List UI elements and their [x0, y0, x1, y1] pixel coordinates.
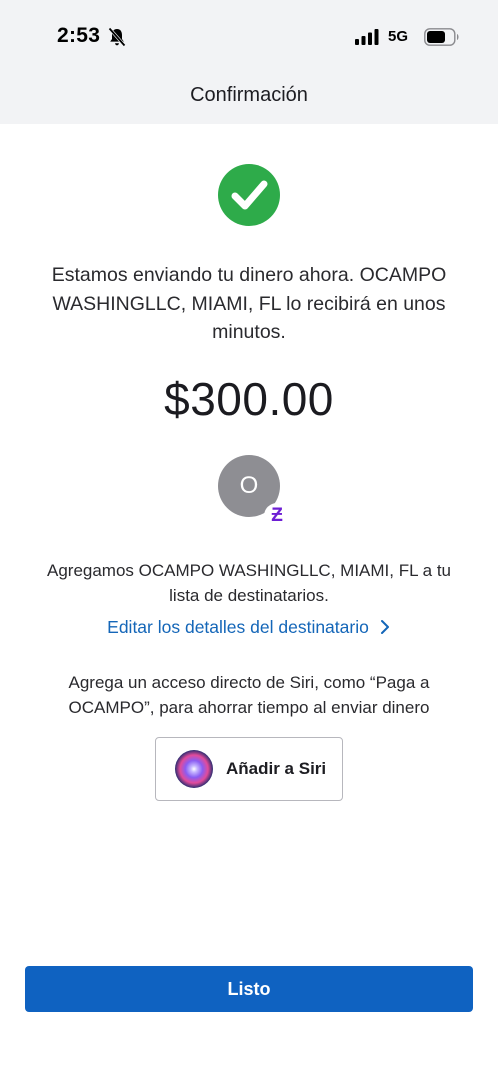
siri-icon — [175, 750, 213, 788]
done-button[interactable]: Listo — [25, 966, 473, 1012]
battery-icon — [424, 28, 459, 46]
chevron-right-icon — [380, 620, 389, 634]
confirmation-message: Estamos enviando tu dinero ahora. OCAMPO… — [51, 264, 447, 343]
top-area: 2:53 5G Confirmación — [0, 0, 498, 124]
recipient-added-note: Agregamos OCAMPO WASHINGLLC, MIAMI, FL a… — [46, 561, 451, 605]
status-bar: 2:53 5G — [0, 0, 498, 72]
page-title: Confirmación — [190, 84, 308, 106]
add-to-siri-button[interactable]: Añadir a Siri — [155, 737, 343, 801]
status-time: 2:53 — [57, 24, 101, 47]
amount-sent: $300.00 — [164, 373, 334, 425]
zelle-glyph: Ƶ — [271, 505, 283, 526]
checkmark-circle-icon — [218, 164, 280, 226]
add-to-siri-label: Añadir a Siri — [226, 759, 327, 778]
zelle-badge-icon: Ƶ — [264, 503, 290, 529]
network-label: 5G — [388, 28, 409, 45]
edit-recipient-link[interactable]: Editar los detalles del destinatario — [96, 614, 402, 640]
siri-shortcut-note: Agrega un acceso directo de Siri, como “… — [68, 673, 430, 717]
cellular-signal-icon — [355, 29, 379, 45]
bell-slash-icon — [108, 27, 126, 47]
edit-recipient-link-label: Editar los detalles del destinatario — [107, 616, 369, 637]
